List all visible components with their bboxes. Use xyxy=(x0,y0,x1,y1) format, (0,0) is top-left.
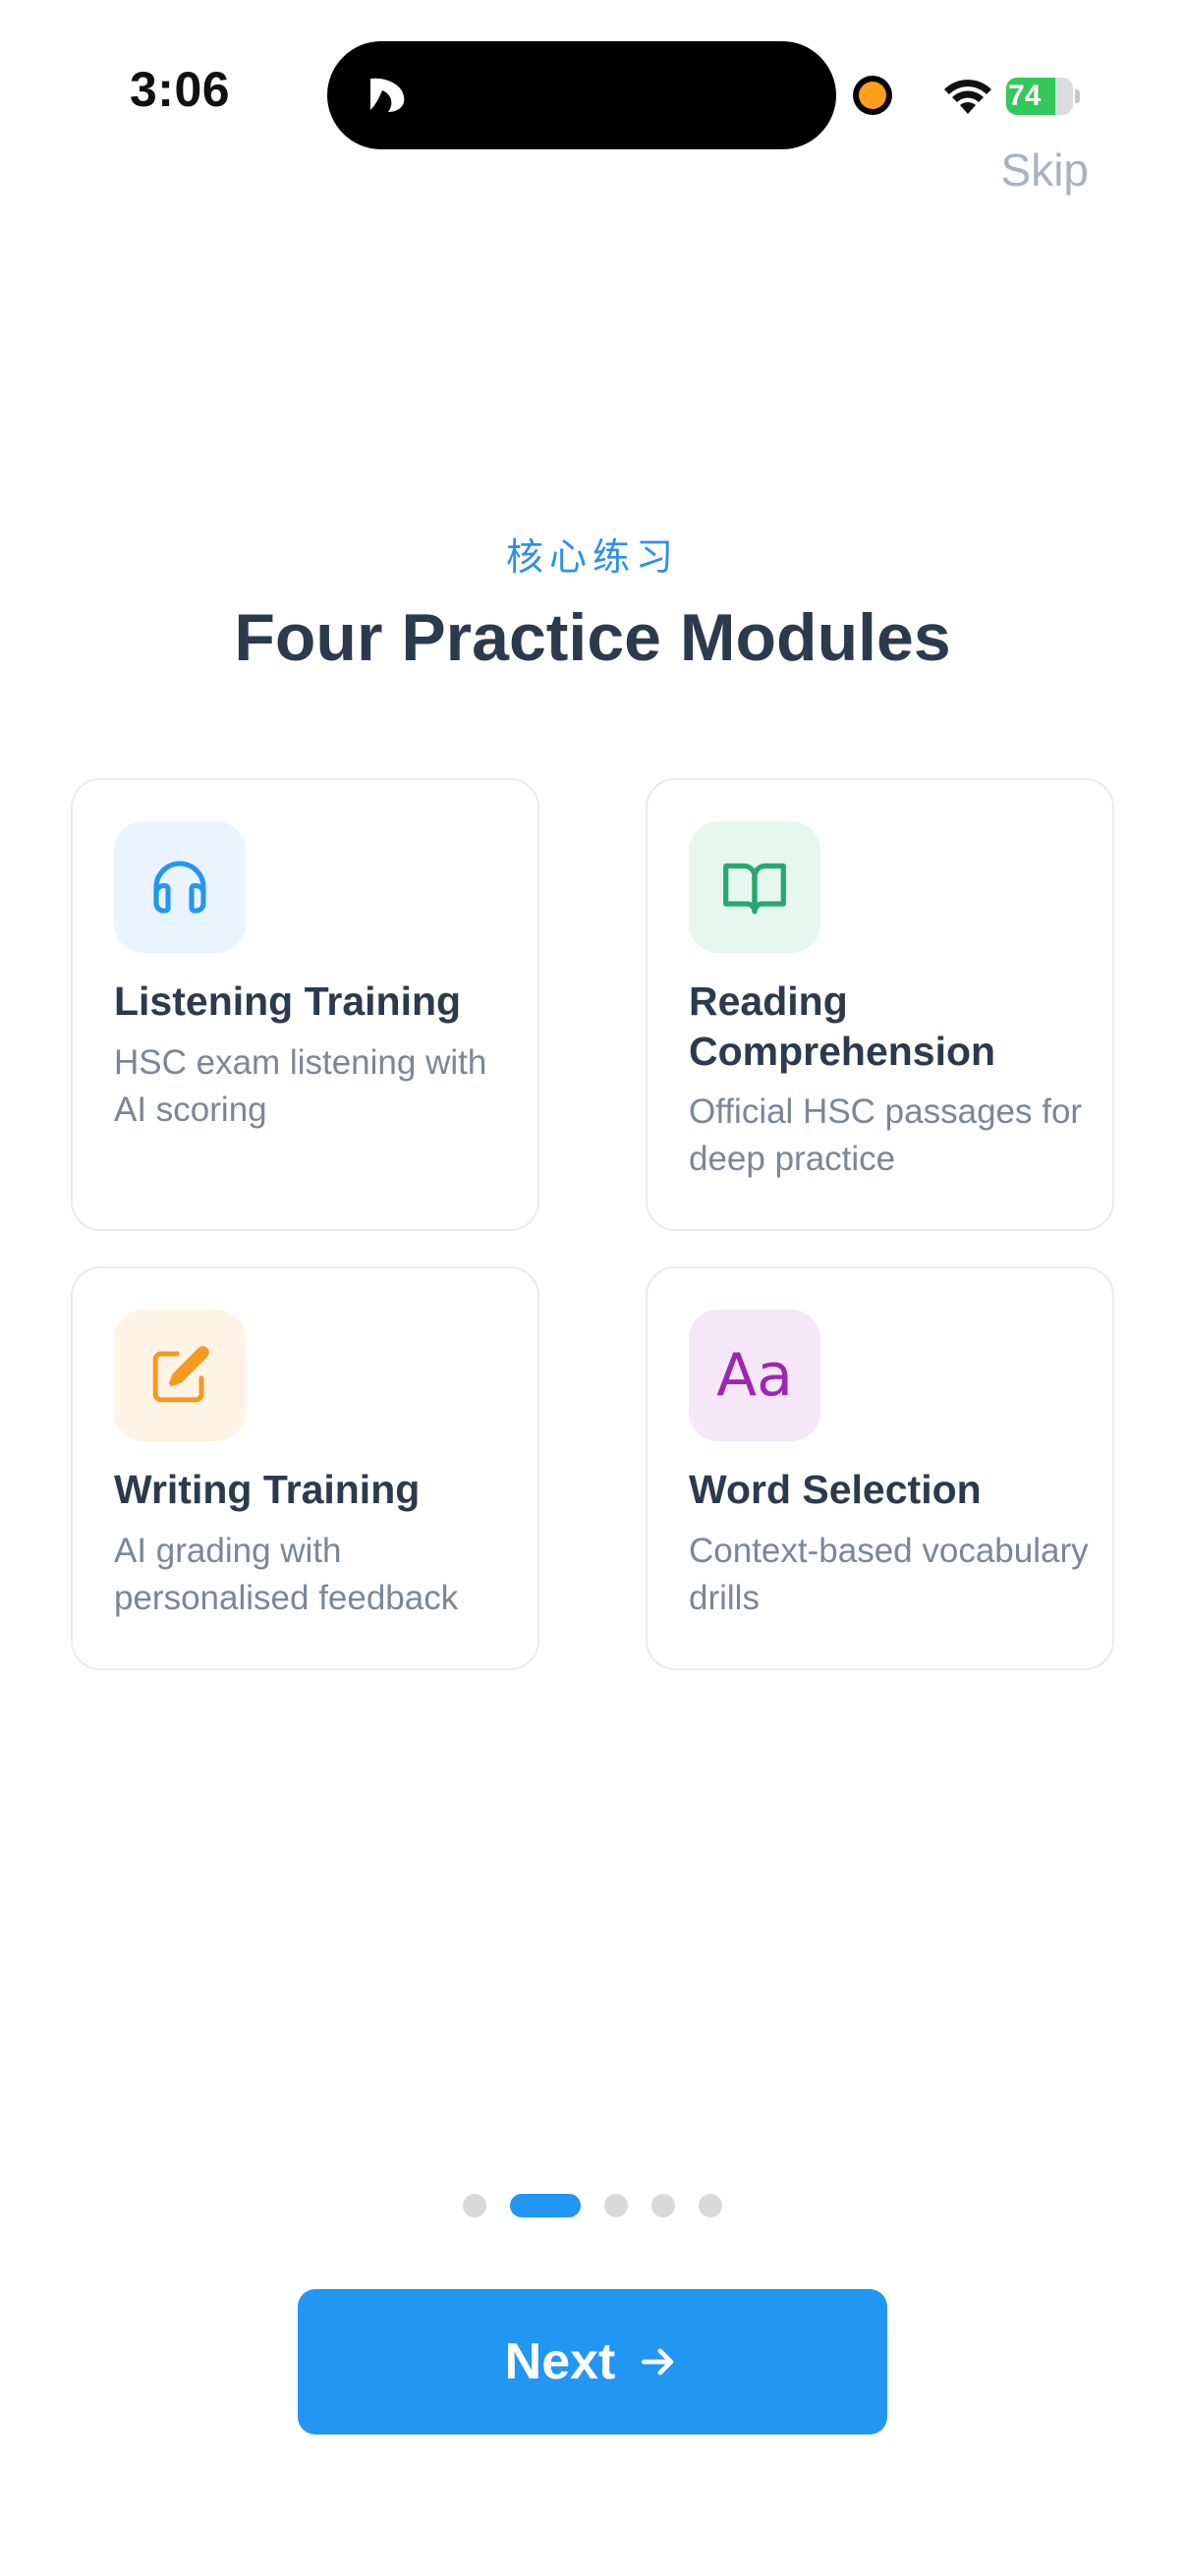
next-button[interactable]: Next xyxy=(298,2289,887,2435)
page-dot xyxy=(604,2194,628,2217)
page-title: Four Practice Modules xyxy=(234,600,951,675)
module-title: Word Selection xyxy=(689,1467,982,1512)
headphones-icon xyxy=(153,861,206,914)
next-button-label: Next xyxy=(504,2333,616,2390)
module-icon-tile xyxy=(114,1310,246,1441)
page-dot xyxy=(699,2194,722,2217)
page-dot xyxy=(651,2194,675,2217)
section-eyebrow: 核心练习 xyxy=(505,537,679,579)
module-card-word-selection[interactable]: Aa Word Selection Context-based vocabula… xyxy=(646,1266,1114,1670)
battery-level: 74 xyxy=(1008,80,1042,112)
module-description: HSC exam listening with AI scoring xyxy=(114,1043,487,1129)
module-icon-tile xyxy=(689,821,820,953)
module-description: Context-based vocabulary drills xyxy=(689,1532,1089,1617)
module-title: Writing Training xyxy=(114,1467,421,1512)
module-title: Listening Training xyxy=(114,979,462,1024)
module-card-listening[interactable]: Listening Training HSC exam listening wi… xyxy=(71,778,539,1231)
module-description: Official HSC passages for deep practice xyxy=(689,1092,1083,1178)
battery-icon: 74 xyxy=(1006,78,1081,115)
status-bar: 3:06 74 xyxy=(0,0,1185,167)
wifi-icon xyxy=(944,80,991,114)
page-dot xyxy=(463,2194,486,2217)
module-description: AI grading with personalised feedback xyxy=(114,1532,459,1617)
dynamic-island xyxy=(327,41,836,149)
page-dot-active xyxy=(510,2194,581,2217)
module-icon-tile xyxy=(114,821,246,953)
skip-button[interactable]: Skip xyxy=(1001,143,1089,196)
arrow-right-icon xyxy=(642,2348,674,2376)
text-format-icon: Aa xyxy=(716,1341,793,1410)
app-activity-icon xyxy=(370,78,405,112)
page-indicator xyxy=(0,2194,1185,2217)
open-book-icon xyxy=(723,863,786,915)
status-time: 3:06 xyxy=(130,62,231,117)
edit-square-icon xyxy=(152,1346,209,1403)
module-card-writing[interactable]: Writing Training AI grading with persona… xyxy=(71,1266,539,1670)
module-title: Reading Comprehension xyxy=(689,979,996,1074)
module-card-reading[interactable]: Reading Comprehension Official HSC passa… xyxy=(646,778,1114,1231)
recording-indicator-icon xyxy=(859,82,886,109)
module-icon-tile: Aa xyxy=(689,1310,820,1441)
